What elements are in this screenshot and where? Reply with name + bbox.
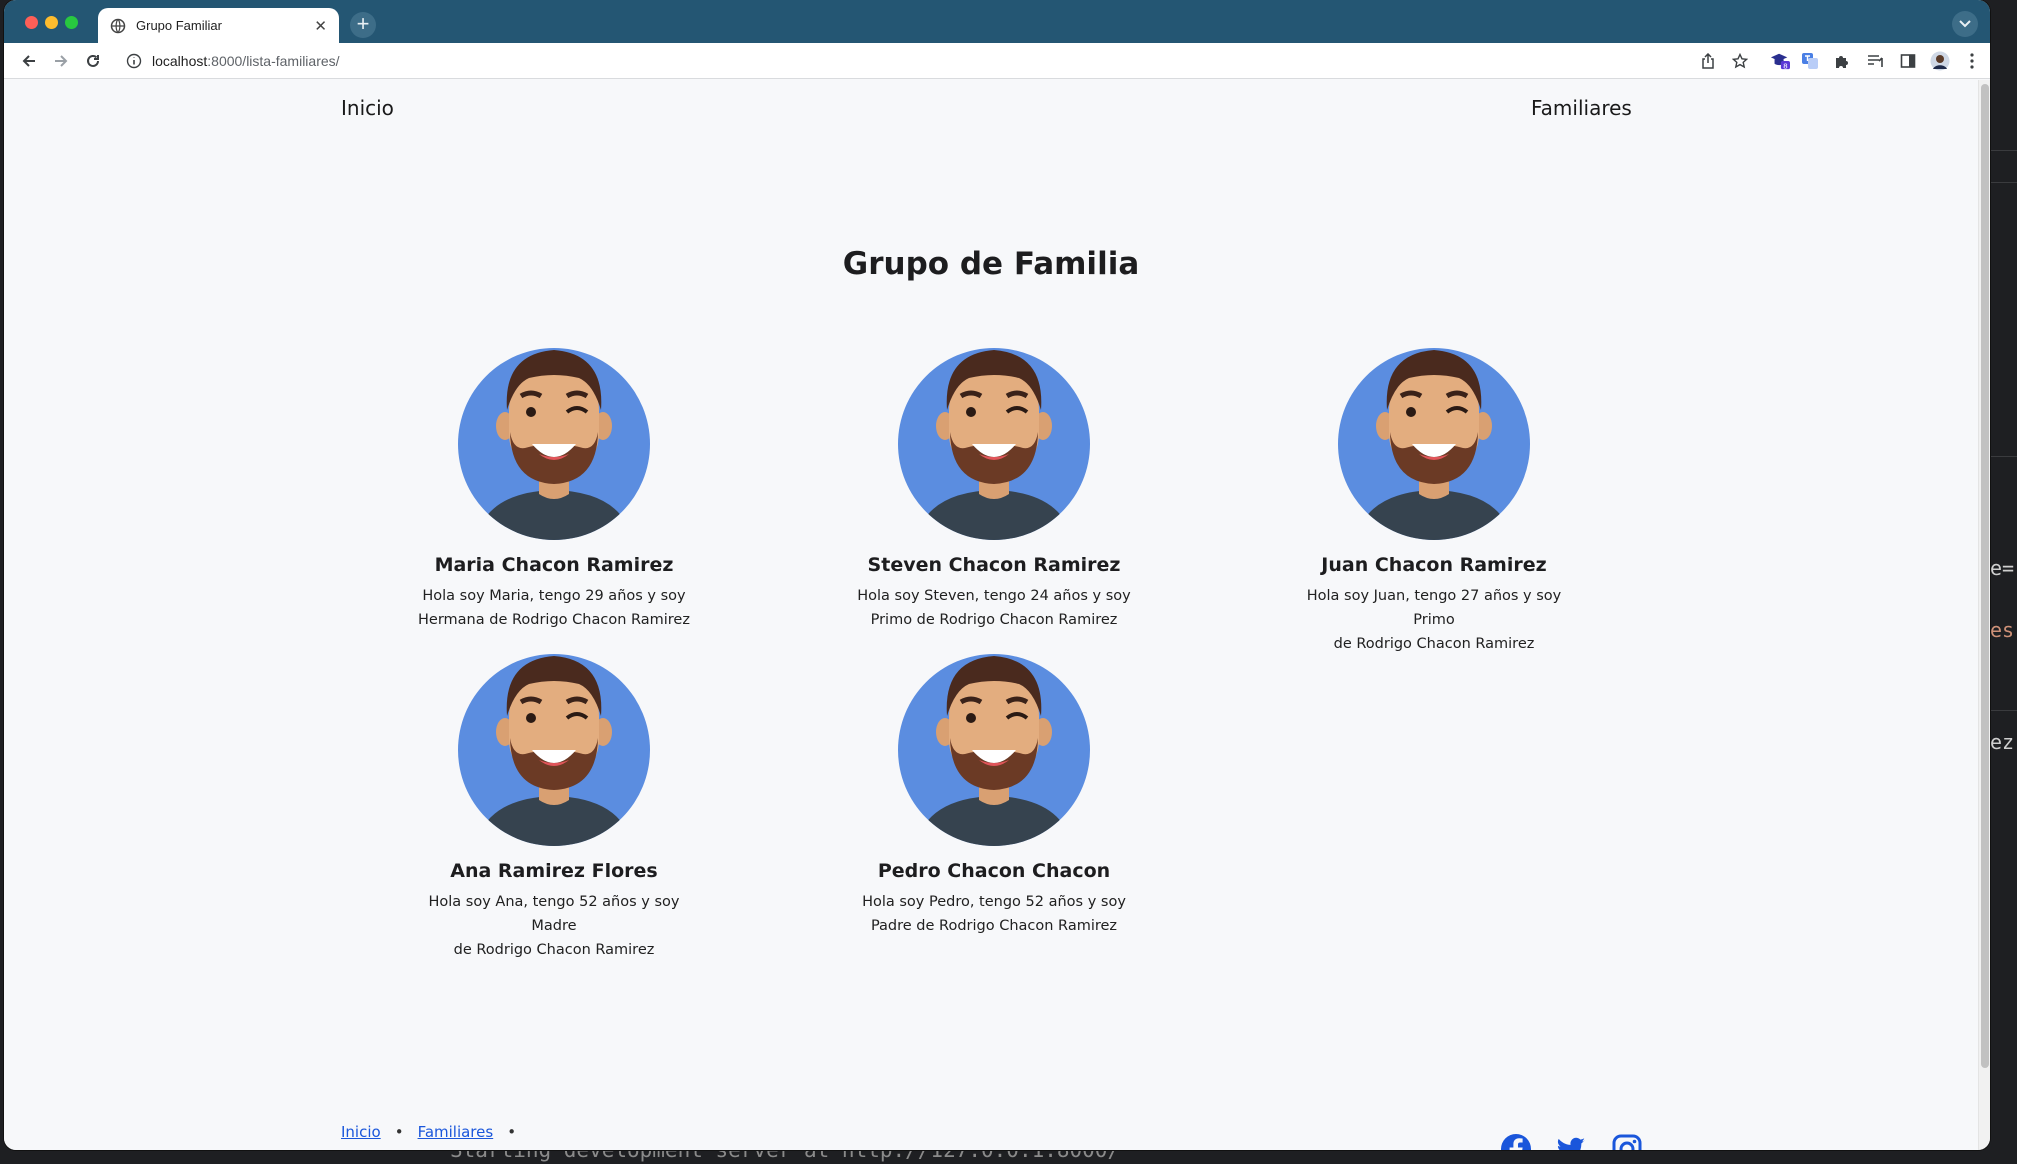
member-description-line: de Rodrigo Chacon Ramirez	[1333, 636, 1535, 652]
footer-separator: •	[394, 1123, 404, 1141]
member-name: Juan Chacon Ramirez	[1321, 554, 1547, 576]
globe-icon	[110, 18, 126, 33]
profile-button[interactable]	[1930, 51, 1950, 71]
member-description-line: de Rodrigo Chacon Ramirez	[453, 942, 655, 958]
browser-menu-button[interactable]	[1962, 51, 1982, 71]
url-path: :8000/lista-familiares/	[207, 53, 340, 69]
chevron-down-icon	[1959, 20, 1971, 28]
nav-link-inicio[interactable]: Inicio	[341, 96, 394, 120]
arrow-right-icon	[55, 55, 68, 67]
browser-tab[interactable]: Grupo Familiar ✕	[98, 8, 339, 43]
close-window-button[interactable]	[25, 16, 38, 29]
page-scrollbar[interactable]	[1978, 80, 1990, 1150]
member-card: Ana Ramirez Flores Hola soy Ana, tengo 5…	[394, 638, 714, 962]
minimize-window-button[interactable]	[45, 16, 58, 29]
terminal-text: Starting development server at http://12…	[450, 1150, 1121, 1162]
member-card: Steven Chacon Ramirez Hola soy Steven, t…	[834, 332, 1154, 632]
member-name: Maria Chacon Ramirez	[434, 554, 674, 576]
member-description: Hola soy Pedro, tengo 52 años y soy Padr…	[834, 890, 1154, 938]
page-title: Grupo de Familia	[842, 246, 1140, 282]
member-avatar-icon	[898, 654, 1090, 846]
bookmark-button[interactable]	[1730, 51, 1750, 71]
browser-toolbar: localhost:8000/lista-familiares/ 8	[4, 43, 1990, 79]
nav-link-familiares[interactable]: Familiares	[1531, 96, 1632, 120]
member-description-line: Hola soy Maria, tengo 29 años y soy	[422, 588, 686, 604]
browser-window: Grupo Familiar ✕ + localhost:8000/lista-…	[4, 0, 1990, 1150]
footer-links: Inicio • Familiares •	[341, 1123, 530, 1141]
tab-title: Grupo Familiar	[136, 18, 222, 33]
extensions-button[interactable]	[1832, 51, 1852, 71]
member-description-line: Hermana de Rodrigo Chacon Ramirez	[418, 612, 690, 628]
background-editor: e= es ez	[1990, 0, 2017, 1164]
avatar-icon	[1930, 51, 1950, 71]
maximize-window-button[interactable]	[65, 16, 78, 29]
member-card: Maria Chacon Ramirez Hola soy Maria, ten…	[394, 332, 714, 632]
arrow-left-icon	[22, 55, 35, 67]
translate-icon	[1802, 53, 1818, 69]
member-description-line: Hola soy Steven, tengo 24 años y soy	[857, 588, 1131, 604]
extension-academic-button[interactable]: 8	[1770, 51, 1790, 71]
member-name: Steven Chacon Ramirez	[867, 554, 1121, 576]
member-description-line: Primo de Rodrigo Chacon Ramirez	[870, 612, 1118, 628]
facebook-icon[interactable]	[1501, 1134, 1531, 1150]
member-avatar-icon	[458, 654, 650, 846]
background-terminal: Starting development server at http://12…	[0, 1150, 2017, 1164]
member-description: Hola soy Steven, tengo 24 años y soy Pri…	[834, 584, 1154, 632]
info-icon[interactable]	[126, 53, 142, 69]
url-host: localhost	[152, 53, 208, 69]
instagram-icon[interactable]	[1612, 1134, 1642, 1150]
member-avatar-icon	[458, 348, 650, 540]
member-description-line: Hola soy Juan, tengo 27 años y soy Primo	[1306, 588, 1562, 628]
member-description: Hola soy Ana, tengo 52 años y soy Madre …	[394, 890, 714, 962]
star-icon	[1732, 53, 1748, 69]
member-description-line: Hola soy Pedro, tengo 52 años y soy	[862, 894, 1126, 910]
new-tab-button[interactable]: +	[350, 12, 376, 38]
member-card: Juan Chacon Ramirez Hola soy Juan, tengo…	[1274, 332, 1594, 656]
forward-button[interactable]	[49, 49, 73, 73]
reload-button[interactable]	[81, 49, 105, 73]
puzzle-icon	[1836, 56, 1848, 68]
editor-fragment: es	[1990, 618, 2015, 642]
member-name: Ana Ramirez Flores	[450, 860, 658, 882]
share-icon	[1702, 53, 1714, 69]
share-button[interactable]	[1698, 51, 1718, 71]
member-name: Pedro Chacon Chacon	[877, 860, 1111, 882]
reload-icon	[87, 54, 99, 67]
scrollbar-thumb[interactable]	[1981, 84, 1989, 1068]
graduation-cap-icon: 8	[1770, 53, 1790, 70]
close-tab-icon[interactable]: ✕	[314, 17, 327, 35]
tab-search-button[interactable]	[1952, 11, 1978, 37]
footer-link-inicio[interactable]: Inicio	[341, 1123, 381, 1141]
extension-badge: 8	[1783, 61, 1788, 70]
translate-button[interactable]	[1800, 51, 1820, 71]
member-description-line: Padre de Rodrigo Chacon Ramirez	[870, 918, 1118, 934]
editor-fragment: ez	[1990, 730, 2015, 754]
side-panel-icon	[1900, 54, 1916, 68]
footer-link-familiares[interactable]: Familiares	[418, 1123, 494, 1141]
list-icon	[1868, 55, 1883, 67]
more-vertical-icon	[1970, 53, 1974, 69]
side-panel-button[interactable]	[1898, 51, 1918, 71]
member-description: Hola soy Maria, tengo 29 años y soy Herm…	[394, 584, 714, 632]
member-description: Hola soy Juan, tengo 27 años y soy Primo…	[1274, 584, 1594, 656]
reading-list-button[interactable]	[1866, 51, 1886, 71]
member-description-line: Hola soy Ana, tengo 52 años y soy Madre	[428, 894, 680, 934]
footer-separator: •	[507, 1123, 517, 1141]
tab-bar: Grupo Familiar ✕ +	[4, 0, 1990, 43]
member-avatar-icon	[1338, 348, 1530, 540]
member-card: Pedro Chacon Chacon Hola soy Pedro, teng…	[834, 638, 1154, 938]
editor-fragment: e=	[1990, 556, 2015, 580]
member-avatar-icon	[898, 348, 1090, 540]
address-bar[interactable]: localhost:8000/lista-familiares/	[118, 47, 1724, 75]
back-button[interactable]	[17, 49, 41, 73]
twitter-icon[interactable]	[1556, 1134, 1586, 1150]
page-viewport: Inicio Familiares Grupo de Familia Maria…	[4, 80, 1978, 1150]
